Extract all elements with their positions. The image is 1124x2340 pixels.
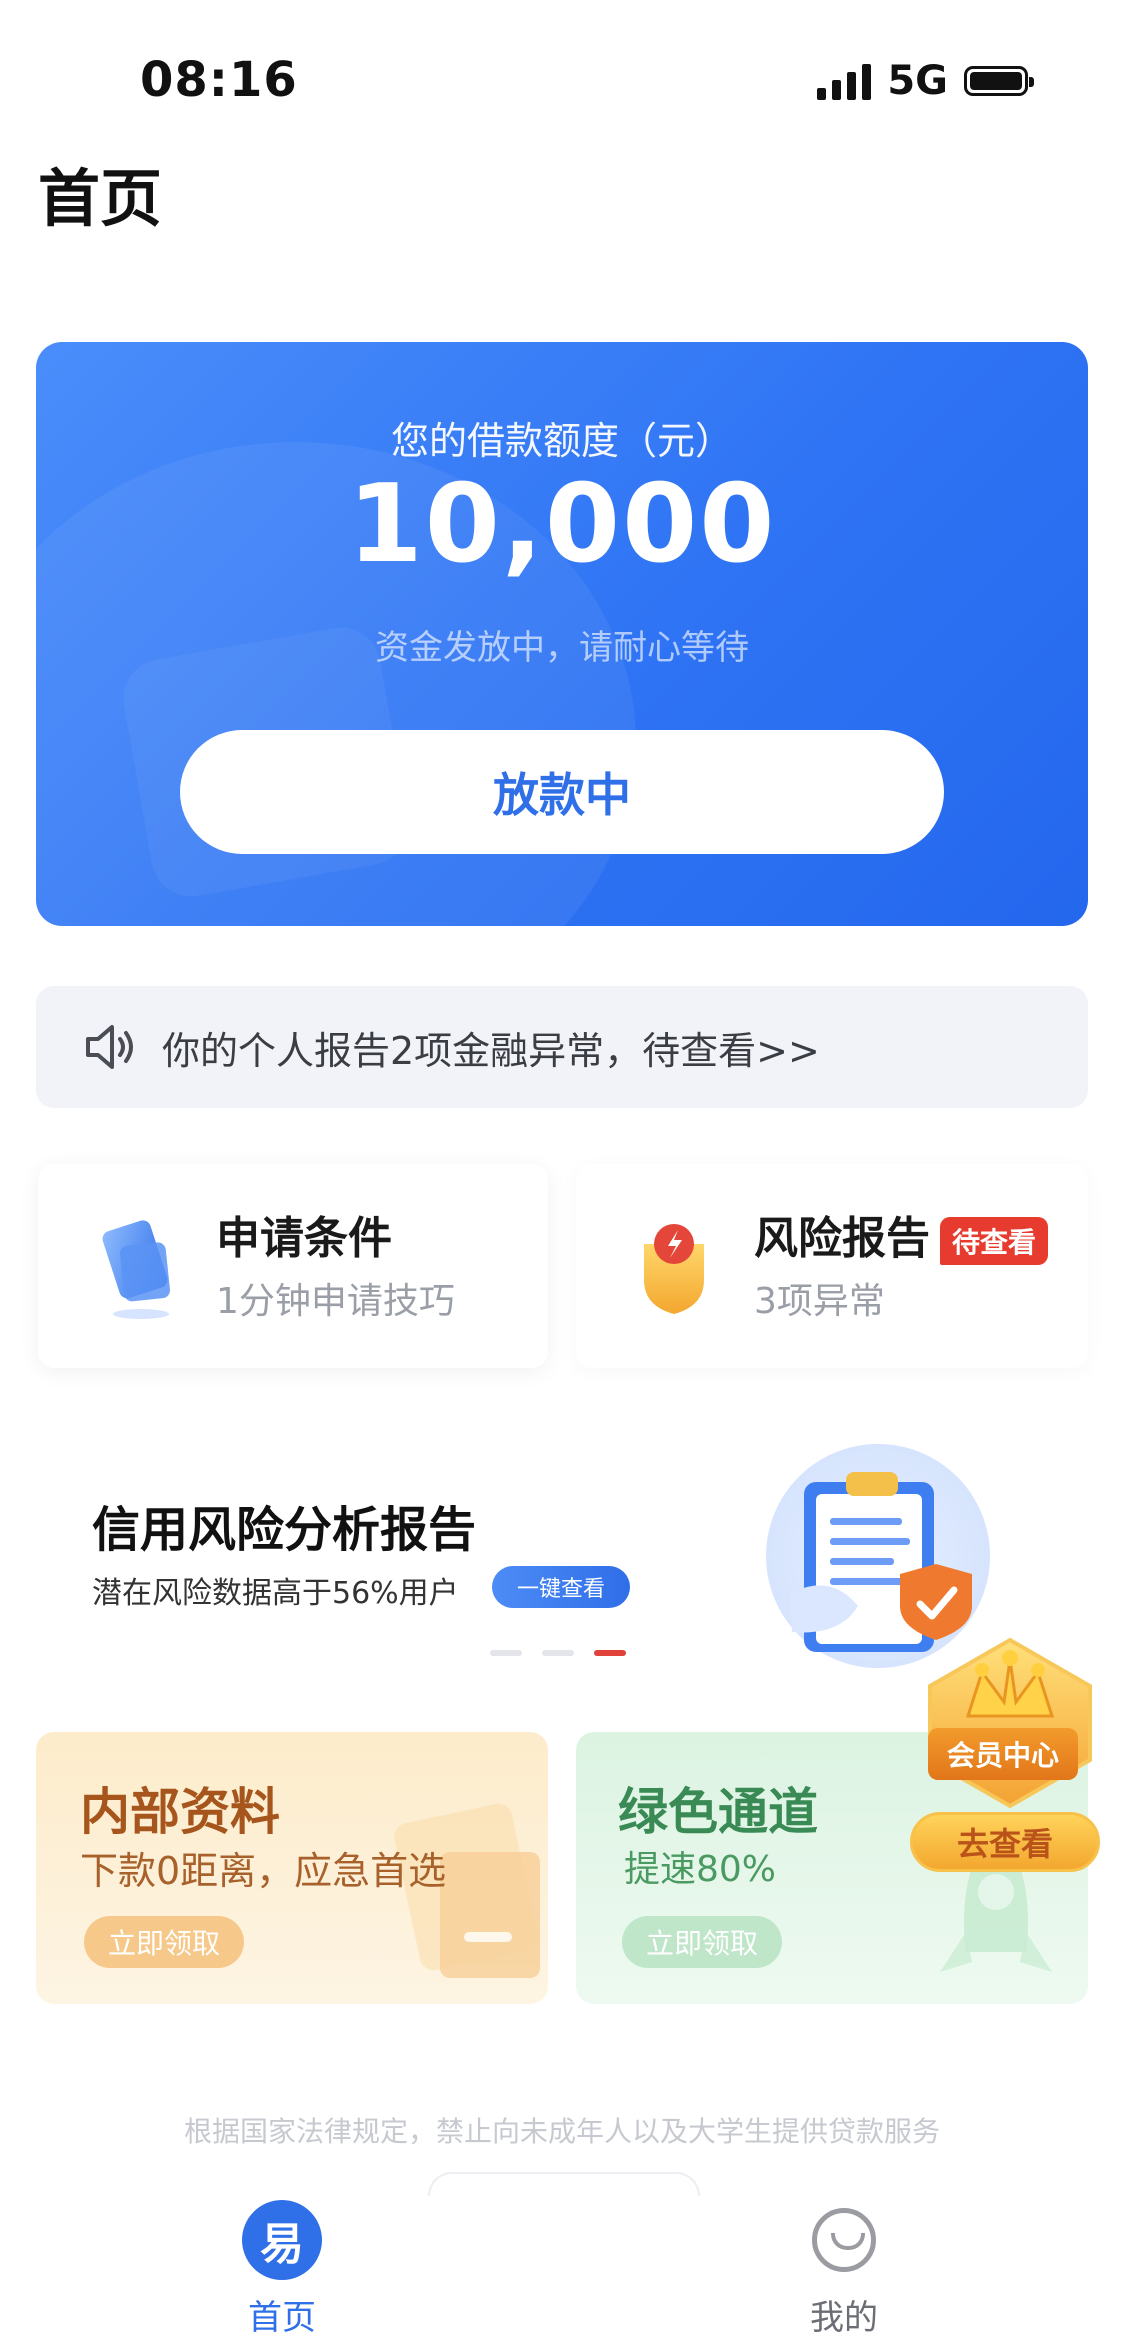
view-report-button[interactable]: 一键查看 <box>492 1566 630 1608</box>
promo-title: 内部资料 <box>80 1783 280 1841</box>
tab-mine[interactable]: 我的 <box>764 2200 924 2339</box>
status-time: 08:16 <box>140 52 298 108</box>
disbursing-button[interactable]: 放款中 <box>180 730 944 854</box>
tab-label: 首页 <box>248 2298 316 2338</box>
battery-icon <box>964 66 1034 96</box>
tab-label: 我的 <box>810 2298 878 2338</box>
network-type: 5G <box>887 58 948 104</box>
credit-banner-title: 信用风险分析报告 <box>92 1502 477 1558</box>
status-indicators: 5G <box>817 58 1034 104</box>
credit-banner-subtitle: 潜在风险数据高于56%用户 <box>92 1576 459 1611</box>
carousel-dot-active[interactable] <box>594 1650 626 1656</box>
carousel-dot[interactable] <box>490 1650 522 1656</box>
loan-amount: 10,000 <box>347 462 777 587</box>
loan-card: 您的借款额度（元） 10,000 资金发放中，请耐心等待 放款中 <box>36 342 1088 926</box>
home-logo-icon: 易 <box>242 2200 322 2280</box>
document-icon <box>102 1220 171 1319</box>
crown-badge-icon <box>928 1637 1092 1809</box>
smile-icon <box>812 2208 876 2272</box>
page-title: 首页 <box>38 162 163 235</box>
risk-report-card[interactable]: 风险报告 待查看 3项异常 <box>576 1164 1088 1368</box>
claim-now-button[interactable]: 立即领取 <box>84 1916 244 1968</box>
legal-disclaimer: 根据国家法律规定，禁止向未成年人以及大学生提供贷款服务 <box>183 2115 940 2148</box>
feature-subtitle: 1分钟申请技巧 <box>216 1281 455 1322</box>
feature-title: 风险报告 <box>754 1213 930 1264</box>
shield-warning-icon <box>644 1224 704 1314</box>
loan-status-text: 资金发放中，请耐心等待 <box>375 628 749 668</box>
carousel-dot[interactable] <box>542 1650 574 1656</box>
tab-bar-bump <box>428 2172 700 2196</box>
feature-title: 申请条件 <box>216 1213 392 1264</box>
tab-home[interactable]: 易 首页 <box>202 2200 362 2339</box>
notice-text: 你的个人报告2项金融异常，待查看>> <box>162 1028 820 1073</box>
member-center-label: 会员中心 <box>928 1728 1078 1780</box>
application-conditions-card[interactable]: 申请条件 1分钟申请技巧 <box>38 1164 548 1368</box>
promo-subtitle: 下款0距离，应急首选 <box>80 1849 447 1893</box>
promo-subtitle: 提速80% <box>624 1849 777 1890</box>
feature-title-row: 风险报告 待查看 <box>754 1202 1049 1266</box>
feature-subtitle: 3项异常 <box>754 1281 885 1322</box>
notice-bar[interactable]: 你的个人报告2项金融异常，待查看>> <box>36 986 1088 1108</box>
carousel-dots <box>490 1650 626 1656</box>
go-view-button[interactable]: 去查看 <box>910 1812 1100 1872</box>
pending-badge: 待查看 <box>940 1217 1049 1265</box>
loan-limit-label: 您的借款额度（元） <box>390 419 733 463</box>
claim-now-button[interactable]: 立即领取 <box>622 1916 782 1968</box>
promo-title: 绿色通道 <box>618 1783 818 1841</box>
signal-icon <box>817 62 872 100</box>
internal-materials-card[interactable]: 内部资料 下款0距离，应急首选 立即领取 <box>36 1732 548 2004</box>
speaker-icon <box>86 1025 133 1069</box>
bottom-tab-bar: 易 首页 我的 <box>0 2172 1124 2340</box>
